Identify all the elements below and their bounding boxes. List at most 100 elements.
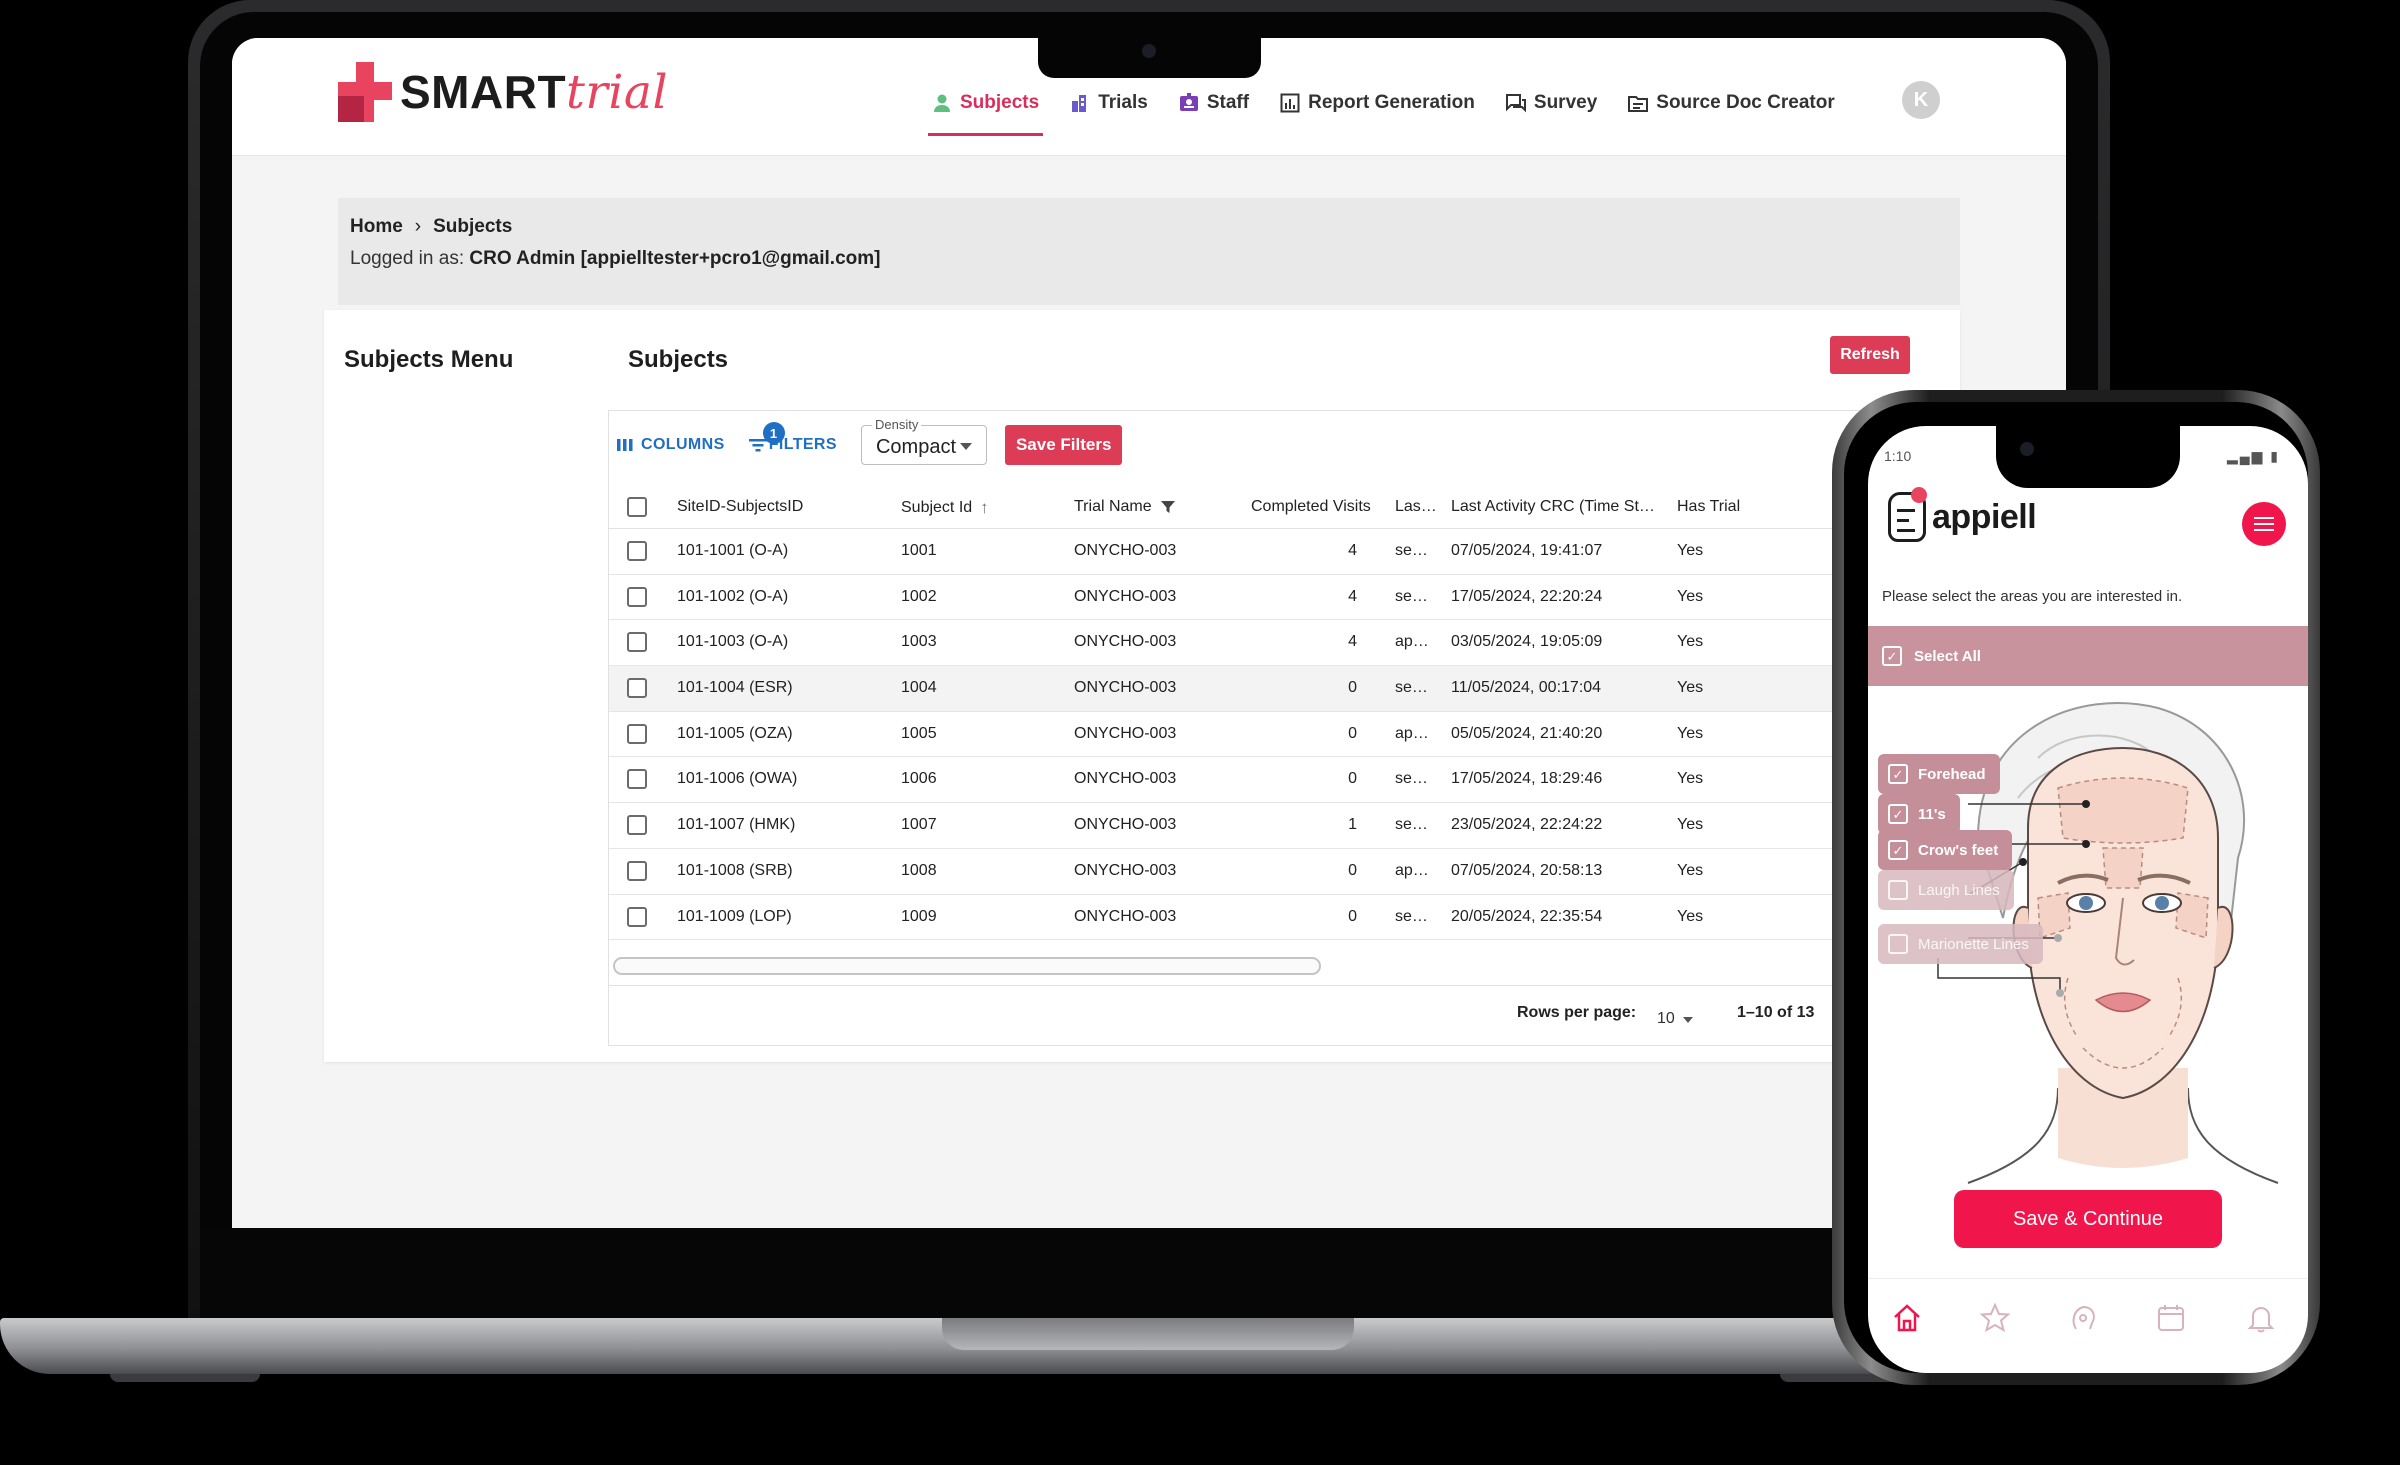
cell-has-trial: Yes — [1677, 679, 1704, 697]
table-row[interactable]: 101-1008 (SRB) 1008 ONYCHO-003 0 ap… 07/05/20… — [609, 849, 1959, 895]
row-checkbox[interactable] — [627, 632, 647, 653]
save-filters-button[interactable]: Save Filters — [1004, 425, 1123, 465]
checkbox-checked-icon[interactable]: ✓ — [1888, 840, 1908, 860]
row-checkbox[interactable] — [627, 678, 647, 699]
cell-last-activity: 17/05/2024, 18:29:46 — [1451, 770, 1603, 788]
star-icon[interactable] — [1978, 1301, 2012, 1335]
cell-last-activity: 07/05/2024, 20:58:13 — [1451, 861, 1603, 879]
person-icon — [934, 94, 950, 112]
area-option[interactable]: Marionette Lines — [1878, 924, 2043, 964]
checkbox-checked-icon[interactable]: ✓ — [1888, 804, 1908, 824]
column-header-last[interactable]: Las… — [1395, 498, 1437, 516]
calendar-icon[interactable] — [2154, 1301, 2188, 1335]
horizontal-scrollbar[interactable] — [613, 957, 1321, 975]
column-header-completed-visits[interactable]: Completed Visits — [1251, 498, 1371, 516]
caret-down-icon[interactable] — [1683, 1017, 1693, 1023]
cell-last: ap… — [1395, 633, 1429, 651]
document-icon — [1628, 96, 1649, 112]
bottom-tab-bar — [1868, 1278, 2308, 1373]
column-header-subject-id[interactable]: Subject Id ↑ — [901, 498, 989, 518]
save-continue-button[interactable]: Save & Continue — [1954, 1190, 2222, 1248]
area-option[interactable]: ✓ 11's — [1878, 794, 1960, 834]
table-row[interactable]: 101-1007 (HMK) 1007 ONYCHO-003 1 se… 23/05/20… — [609, 803, 1959, 849]
camera-icon — [1142, 44, 1156, 58]
checkbox-empty-icon[interactable] — [1888, 880, 1908, 900]
row-checkbox[interactable] — [627, 723, 647, 744]
grid-toolbar: COLUMNS 1 FILTERS Density Compact Save F… — [617, 417, 1123, 465]
laptop-hinge-groove — [942, 1318, 1354, 1350]
selection-prompt: Please select the areas you are interest… — [1882, 588, 2183, 605]
table-row[interactable]: 101-1002 (O-A) 1002 ONYCHO-003 4 se… 17/05/20… — [609, 575, 1959, 621]
area-option[interactable]: ✓ Crow's feet — [1878, 830, 2013, 870]
cell-last: se… — [1395, 907, 1428, 925]
row-checkbox[interactable] — [627, 906, 647, 927]
column-header-last-activity[interactable]: Last Activity CRC (Time St… — [1451, 498, 1655, 516]
breadcrumb-home[interactable]: Home — [350, 216, 403, 238]
row-checkbox[interactable] — [627, 586, 647, 607]
home-icon[interactable] — [1890, 1301, 1924, 1335]
smarttrial-logo[interactable]: SMARTtrial — [338, 62, 668, 122]
checkbox-checked-icon[interactable]: ✓ — [1888, 764, 1908, 784]
select-all-row[interactable]: ✓ Select All — [1868, 626, 2308, 686]
row-checkbox[interactable] — [627, 541, 647, 561]
table-row[interactable]: 101-1005 (OZA) 1005 ONYCHO-003 0 ap… 05/05/20… — [609, 712, 1959, 758]
face-icon[interactable] — [2066, 1301, 2100, 1335]
checkbox-checked-icon[interactable]: ✓ — [1882, 646, 1902, 666]
filter-active-icon[interactable] — [1160, 500, 1175, 514]
checkbox-empty-icon[interactable] — [1888, 934, 1908, 954]
cell-completed-visits: 0 — [1348, 770, 1357, 788]
cell-has-trial: Yes — [1677, 542, 1704, 559]
main-content: Subjects Menu Subjects Refresh COLUMNS 1… — [324, 310, 1960, 1062]
nav-trials[interactable]: Trials — [1070, 86, 1148, 120]
area-option[interactable]: Laugh Lines — [1878, 870, 2014, 910]
table-row[interactable]: 101-1006 (OWA) 1006 ONYCHO-003 0 se… 17/05/20… — [609, 757, 1959, 804]
table-row[interactable]: 101-1003 (O-A) 1003 ONYCHO-003 4 ap… 03/05/20… — [609, 620, 1959, 667]
column-header-has-trial[interactable]: Has Trial — [1677, 498, 1740, 516]
density-value: Compact — [875, 436, 956, 458]
nav-staff[interactable]: Staff — [1179, 86, 1249, 120]
cell-has-trial: Yes — [1677, 770, 1704, 788]
chevron-right-icon: › — [414, 216, 422, 237]
row-checkbox[interactable] — [627, 860, 647, 881]
user-avatar[interactable]: K — [1902, 81, 1940, 119]
cell-completed-visits: 4 — [1348, 542, 1357, 559]
cell-subject-id: 1007 — [901, 816, 937, 834]
cell-last-activity: 05/05/2024, 21:40:20 — [1451, 724, 1603, 742]
cell-subject-id: 1005 — [901, 724, 937, 742]
nav-report-generation[interactable]: Report Generation — [1280, 86, 1475, 120]
column-header-siteid[interactable]: SiteID-SubjectsID — [677, 498, 803, 516]
area-option[interactable]: ✓ Forehead — [1878, 754, 2000, 794]
nav-label: Report Generation — [1308, 92, 1475, 113]
cell-completed-visits: 0 — [1348, 724, 1357, 742]
cell-trial-name: ONYCHO-003 — [1074, 587, 1177, 605]
nav-label: Source Doc Creator — [1656, 92, 1835, 113]
cell-subject-id: 1008 — [901, 861, 937, 879]
table-row[interactable]: 101-1004 (ESR) 1004 ONYCHO-003 0 se… 11/05/20… — [609, 666, 1959, 712]
hamburger-menu-button[interactable] — [2242, 502, 2286, 546]
bell-icon[interactable] — [2244, 1301, 2278, 1335]
refresh-button[interactable]: Refresh — [1830, 336, 1910, 374]
logged-in-info: Logged in as: CRO Admin [appielltester+p… — [350, 248, 880, 270]
sort-ascending-icon[interactable]: ↑ — [980, 498, 989, 518]
appiell-logo[interactable]: appiell — [1888, 487, 2037, 542]
table-row[interactable]: 101-1009 (LOP) 1009 ONYCHO-003 0 se… 20/05/20… — [609, 895, 1959, 941]
table-row[interactable]: 101-1001 (O-A) 1001 ONYCHO-003 4 se… 07/05/20… — [609, 529, 1959, 575]
row-checkbox[interactable] — [627, 769, 647, 790]
rows-per-page-select[interactable]: 10 — [1657, 1010, 1675, 1028]
row-checkbox[interactable] — [627, 815, 647, 836]
nav-source-doc-creator[interactable]: Source Doc Creator — [1628, 86, 1835, 120]
cell-last-activity: 20/05/2024, 22:35:54 — [1451, 907, 1603, 925]
density-select[interactable]: Density Compact — [860, 417, 987, 465]
logged-in-email: [appielltester+pcro1@gmail.com] — [580, 248, 881, 269]
columns-button[interactable]: COLUMNS — [617, 436, 725, 454]
columns-icon — [617, 439, 633, 451]
cell-completed-visits: 0 — [1348, 861, 1357, 879]
camera-icon — [2020, 442, 2034, 456]
nav-subjects[interactable]: Subjects — [927, 86, 1044, 136]
select-all-checkbox[interactable] — [627, 497, 647, 517]
nav-survey[interactable]: Survey — [1505, 86, 1597, 120]
column-header-trial-name[interactable]: Trial Name — [1074, 498, 1175, 516]
caret-down-icon — [959, 443, 972, 450]
filters-button[interactable]: 1 FILTERS — [748, 422, 837, 454]
cell-trial-name: ONYCHO-003 — [1074, 679, 1177, 697]
